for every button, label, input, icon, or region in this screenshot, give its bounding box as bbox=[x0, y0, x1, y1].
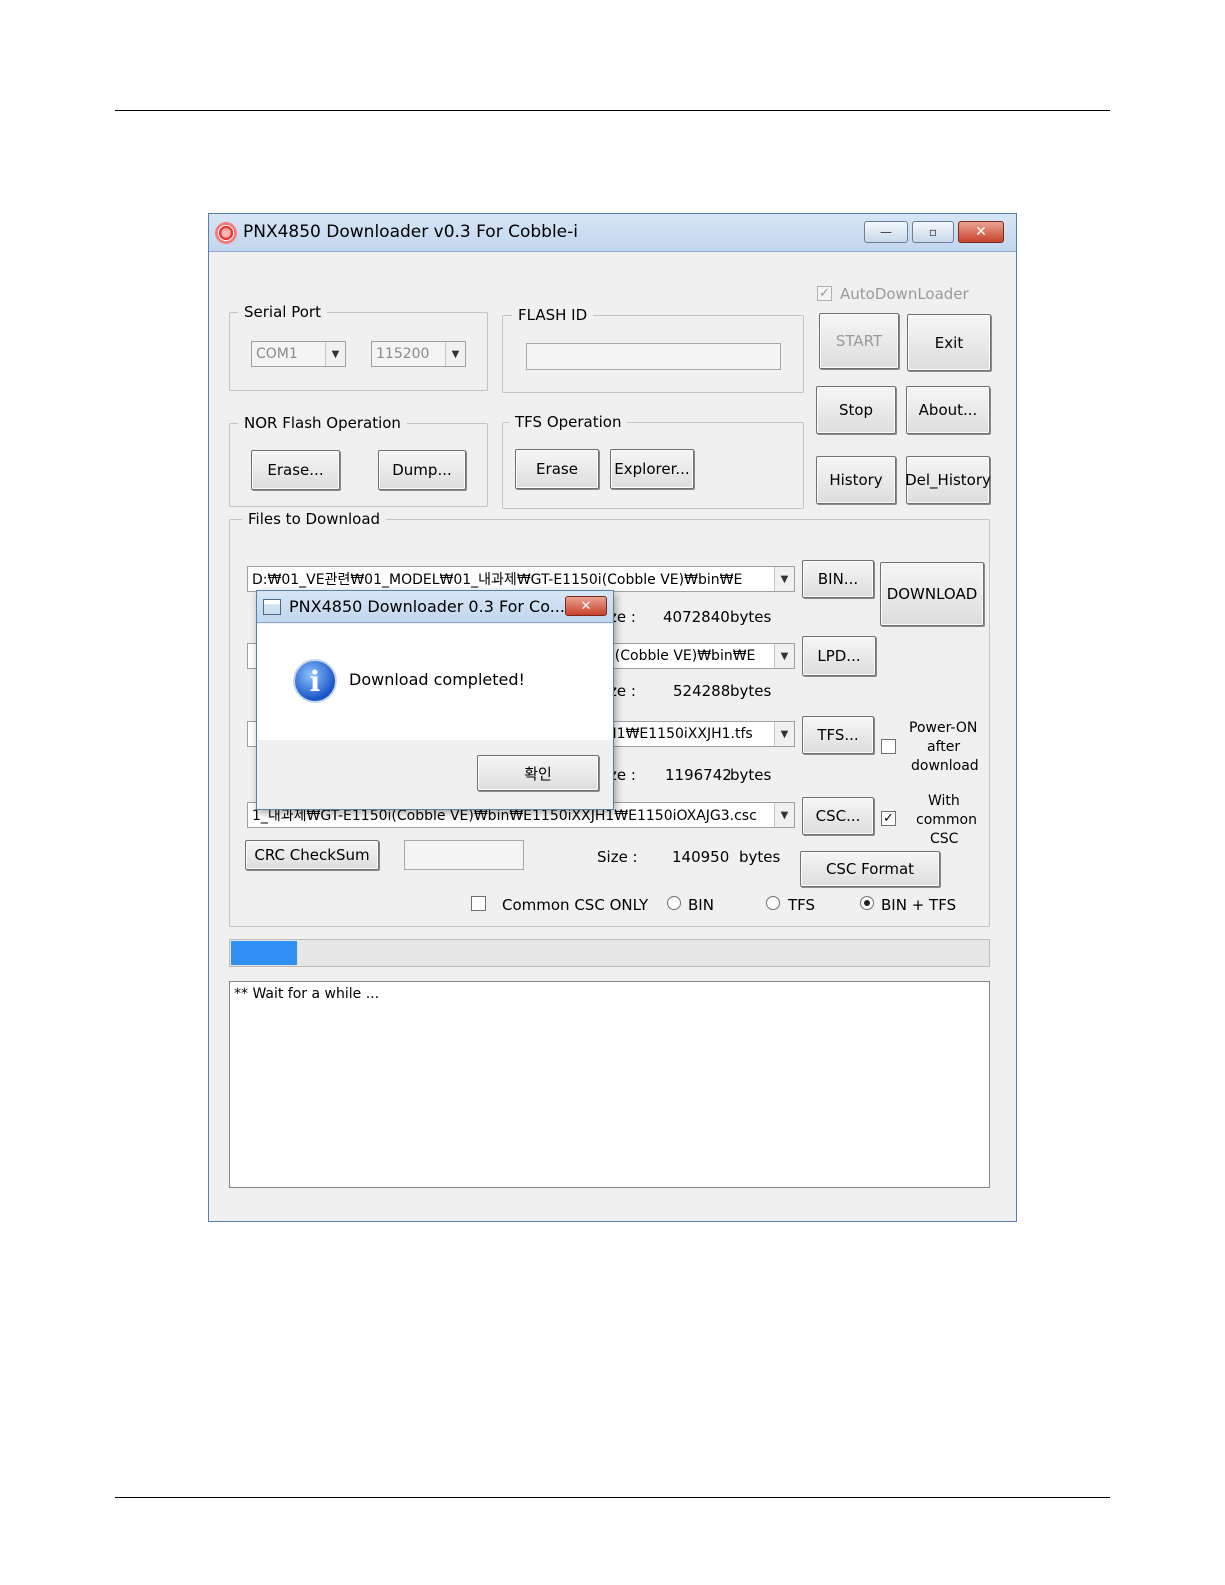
power-on-label-1: Power-ON bbox=[909, 720, 978, 736]
minimize-icon: — bbox=[880, 225, 892, 239]
close-icon: ✕ bbox=[975, 224, 987, 240]
common-csc-label-3: CSC bbox=[930, 831, 959, 847]
radio-selected-dot bbox=[864, 900, 870, 906]
nor-flash-label: NOR Flash Operation bbox=[238, 414, 407, 432]
bin-browse-button[interactable]: BIN... bbox=[802, 560, 874, 598]
mode-tfs-label: TFS bbox=[788, 896, 816, 914]
tfs-erase-button[interactable]: Erase bbox=[515, 449, 599, 489]
dialog-ok-button[interactable]: 확인 bbox=[477, 755, 599, 791]
tfs-operation-label: TFS Operation bbox=[509, 413, 628, 431]
auto-downloader-label: AutoDownLoader bbox=[840, 285, 969, 303]
download-complete-dialog: PNX4850 Downloader 0.3 For Co... ✕ i Dow… bbox=[256, 590, 614, 810]
baud-rate-value: 115200 bbox=[376, 346, 430, 362]
flash-id-label: FLASH ID bbox=[512, 306, 594, 324]
crc-value-field bbox=[404, 840, 524, 870]
close-icon: ✕ bbox=[580, 598, 592, 614]
dialog-body: i Download completed! bbox=[257, 624, 613, 740]
tfs-size-value: 1196742 bbox=[665, 766, 732, 784]
about-button[interactable]: About... bbox=[906, 386, 990, 434]
mode-bin-radio[interactable] bbox=[667, 896, 681, 910]
window-icon bbox=[263, 599, 281, 615]
app-icon bbox=[215, 222, 237, 244]
bin-size-value: 4072840 bbox=[663, 608, 730, 626]
com-port-select[interactable]: COM1 ▼ bbox=[251, 341, 346, 367]
del-history-button[interactable]: Del_History bbox=[905, 456, 991, 504]
csc-size-label: Size : bbox=[597, 848, 638, 866]
minimize-button[interactable]: — bbox=[864, 221, 908, 243]
csc-size-unit: bytes bbox=[739, 848, 781, 866]
chevron-down-icon: ▼ bbox=[774, 722, 794, 746]
auto-downloader-checkbox[interactable]: ✓ bbox=[817, 286, 832, 301]
window-title: PNX4850 Downloader v0.3 For Cobble-i bbox=[243, 222, 578, 242]
baud-rate-select[interactable]: 115200 ▼ bbox=[371, 341, 466, 367]
chevron-down-icon: ▼ bbox=[774, 803, 794, 827]
download-progress-bar bbox=[229, 939, 990, 967]
info-icon: i bbox=[293, 659, 337, 703]
lpd-browse-button[interactable]: LPD... bbox=[802, 636, 876, 676]
history-button[interactable]: History bbox=[816, 456, 896, 504]
dialog-titlebar[interactable]: PNX4850 Downloader 0.3 For Co... ✕ bbox=[257, 591, 613, 623]
window-titlebar[interactable]: PNX4850 Downloader v0.3 For Cobble-i — ▫… bbox=[209, 214, 1016, 252]
power-on-label-2: after bbox=[927, 739, 961, 755]
download-button[interactable]: DOWNLOAD bbox=[880, 562, 984, 626]
dialog-message: Download completed! bbox=[349, 670, 525, 689]
bin-path-value: D:₩01_VE관련₩01_MODEL₩01_내과제₩GT-E1150i(Cob… bbox=[252, 572, 743, 588]
dialog-close-button[interactable]: ✕ bbox=[565, 596, 607, 616]
files-label: Files to Download bbox=[242, 510, 387, 528]
mode-bin-tfs-radio[interactable] bbox=[860, 896, 874, 910]
tfs-size-unit: bytes bbox=[730, 766, 772, 784]
progress-fill bbox=[231, 941, 297, 965]
chevron-down-icon: ▼ bbox=[445, 342, 465, 366]
log-output[interactable]: ** Wait for a while ... bbox=[229, 981, 990, 1188]
common-csc-only-checkbox[interactable] bbox=[471, 896, 486, 911]
mode-bin-tfs-label: BIN + TFS bbox=[881, 896, 957, 914]
page-top-rule bbox=[115, 110, 1110, 111]
exit-button[interactable]: Exit bbox=[907, 314, 991, 371]
power-on-checkbox[interactable] bbox=[881, 739, 896, 754]
nor-erase-button[interactable]: Erase... bbox=[251, 450, 340, 490]
lpd-size-value: 524288 bbox=[673, 682, 731, 700]
com-port-value: COM1 bbox=[256, 346, 298, 362]
check-icon: ✓ bbox=[883, 811, 894, 826]
tfs-explorer-button[interactable]: Explorer... bbox=[610, 449, 694, 489]
csc-size-value: 140950 bbox=[672, 848, 730, 866]
maximize-button[interactable]: ▫ bbox=[912, 221, 954, 243]
common-csc-checkbox[interactable]: ✓ bbox=[881, 811, 896, 826]
csc-browse-button[interactable]: CSC... bbox=[802, 797, 874, 835]
dialog-title: PNX4850 Downloader 0.3 For Co... bbox=[289, 597, 565, 616]
chevron-down-icon: ▼ bbox=[325, 342, 345, 366]
check-icon: ✓ bbox=[819, 286, 830, 301]
chevron-down-icon: ▼ bbox=[774, 567, 794, 591]
bin-size-unit: bytes bbox=[730, 608, 772, 626]
mode-bin-label: BIN bbox=[688, 896, 714, 914]
start-button[interactable]: START bbox=[819, 313, 899, 369]
common-csc-label-1: With bbox=[928, 793, 960, 809]
tfs-browse-button[interactable]: TFS... bbox=[802, 716, 874, 754]
mode-tfs-radio[interactable] bbox=[766, 896, 780, 910]
csc-format-button[interactable]: CSC Format bbox=[800, 851, 940, 887]
flash-id-field bbox=[526, 343, 781, 370]
stop-button[interactable]: Stop bbox=[816, 386, 896, 434]
bin-path-select[interactable]: D:₩01_VE관련₩01_MODEL₩01_내과제₩GT-E1150i(Cob… bbox=[247, 566, 795, 592]
crc-checksum-button[interactable]: CRC CheckSum bbox=[245, 840, 379, 870]
common-csc-label-2: common bbox=[916, 812, 977, 828]
serial-port-label: Serial Port bbox=[238, 303, 327, 321]
nor-dump-button[interactable]: Dump... bbox=[378, 450, 466, 490]
close-button[interactable]: ✕ bbox=[958, 221, 1004, 243]
power-on-label-3: download bbox=[911, 758, 979, 774]
page-bottom-rule bbox=[115, 1497, 1110, 1498]
lpd-size-unit: bytes bbox=[730, 682, 772, 700]
common-csc-only-label: Common CSC ONLY bbox=[502, 896, 649, 914]
maximize-icon: ▫ bbox=[928, 225, 938, 239]
chevron-down-icon: ▼ bbox=[774, 644, 794, 668]
